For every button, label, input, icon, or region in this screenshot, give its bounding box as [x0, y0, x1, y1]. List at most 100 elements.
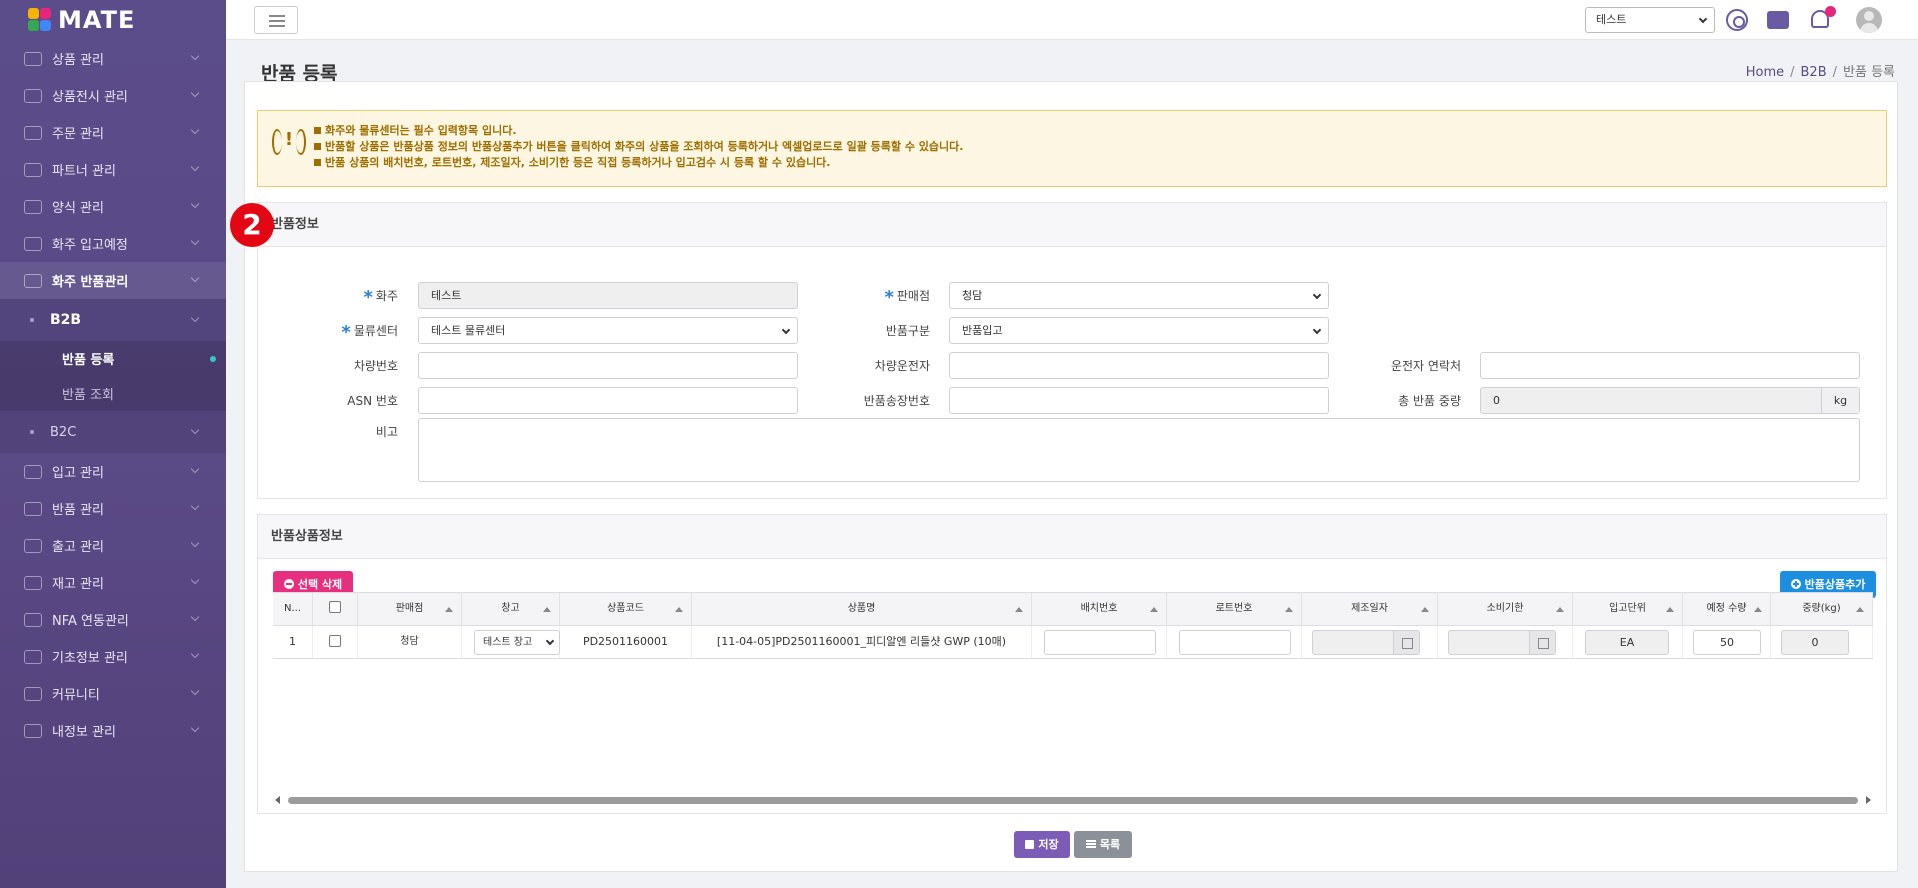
column-header-lot[interactable]: 로트번호: [1167, 593, 1302, 627]
column-header-exp[interactable]: 소비기한: [1438, 593, 1573, 627]
scroll-left-icon[interactable]: [275, 796, 280, 804]
scroll-right-icon[interactable]: [1866, 796, 1871, 804]
vehicle-input[interactable]: [418, 352, 798, 379]
weight-cell-field: 0: [1781, 630, 1849, 655]
batch-input[interactable]: [1044, 630, 1156, 655]
sort-icon: [543, 607, 551, 612]
required-icon: *: [363, 287, 373, 308]
driver-input[interactable]: [949, 352, 1329, 379]
warehouse-select[interactable]: 테스트 창고: [474, 630, 560, 655]
seller-label: * 판매점: [848, 287, 930, 308]
mfg-date-input[interactable]: [1312, 630, 1394, 655]
row-checkbox[interactable]: [329, 635, 341, 647]
hamburger-icon-bar: [269, 20, 285, 22]
list-button[interactable]: 목록: [1074, 831, 1132, 858]
chevron-down-icon: [190, 538, 200, 548]
center-select[interactable]: 테스트 물류센터: [418, 317, 798, 344]
submenu-item-b2b[interactable]: B2B: [0, 299, 226, 341]
column-header-weight[interactable]: 중량(kg): [1771, 593, 1873, 627]
select-all-checkbox[interactable]: [329, 601, 341, 613]
sidebar-item-label: 상품 관리: [52, 53, 104, 68]
qty-input[interactable]: 50: [1693, 630, 1761, 655]
calendar-icon[interactable]: [1530, 630, 1556, 655]
sidebar-item-shipper-returns[interactable]: 화주 반품관리: [0, 262, 226, 299]
column-header-mfg[interactable]: 제조일자: [1302, 593, 1438, 627]
submenu-item-return-register[interactable]: 반품 등록: [0, 341, 226, 376]
driver-phone-input[interactable]: [1480, 352, 1860, 379]
sidebar-item-inventory[interactable]: 재고 관리: [0, 564, 226, 601]
seller-select[interactable]: 청담: [949, 282, 1329, 309]
breadcrumb-b2b[interactable]: B2B: [1801, 65, 1827, 80]
submenu-item-return-search[interactable]: 반품 조회: [0, 376, 226, 411]
store-icon: [24, 88, 42, 103]
document-icon: [24, 199, 42, 214]
sidebar-item-outbound[interactable]: 출고 관리: [0, 527, 226, 564]
column-header-batch[interactable]: 배치번호: [1032, 593, 1167, 627]
sidebar: MATE 상품 관리 상품전시 관리 주문 관리 파트너 관리 양식 관리 화주…: [0, 0, 226, 888]
bullet-icon: [30, 430, 34, 434]
column-header-unit[interactable]: 입고단위: [1573, 593, 1683, 627]
column-header-seller[interactable]: 판매점: [358, 593, 462, 627]
column-header-name[interactable]: 상품명: [692, 593, 1032, 627]
chevron-down-icon: [190, 686, 200, 696]
exp-date-input[interactable]: [1448, 630, 1530, 655]
cards-icon[interactable]: [1767, 11, 1789, 29]
column-header-no[interactable]: N...: [273, 593, 313, 627]
breadcrumb-home[interactable]: Home: [1746, 65, 1784, 80]
memo-textarea[interactable]: [418, 418, 1860, 482]
save-button[interactable]: 저장: [1014, 831, 1070, 858]
logo-icon: [28, 8, 52, 32]
memo-label: 비고: [375, 425, 398, 439]
products-section: 반품상품정보 선택 삭제 반품상품추가 N... 판매점 창고 상품코드 상품명…: [257, 514, 1887, 814]
gear-icon[interactable]: [1726, 9, 1748, 31]
sidebar-item-inbound[interactable]: 입고 관리: [0, 453, 226, 490]
type-select[interactable]: 반품입고: [949, 317, 1329, 344]
shipper-select[interactable]: 테스트: [1585, 7, 1715, 33]
invoice-label: 반품송장번호: [863, 394, 930, 408]
avatar[interactable]: [1856, 7, 1882, 33]
section-title: 반품상품정보: [258, 515, 1886, 559]
weight-field: 0 kg: [1480, 387, 1860, 414]
calendar-icon[interactable]: [1394, 630, 1420, 655]
sidebar-item-partners[interactable]: 파트너 관리: [0, 151, 226, 188]
sort-icon: [675, 607, 683, 612]
list-icon: [1085, 840, 1096, 848]
cell-weight: 0: [1771, 626, 1873, 658]
invoice-input[interactable]: [949, 387, 1329, 414]
sidebar-item-community[interactable]: 커뮤니티: [0, 675, 226, 712]
app-name: MATE: [58, 6, 136, 34]
minus-circle-icon: [283, 579, 294, 589]
return-info-section: 2 반품정보 * 화주 테스트 * 판매점 청담 * 물류센터 테스트 물류센터 반품…: [230, 202, 1887, 499]
sidebar-item-returns[interactable]: 반품 관리: [0, 490, 226, 527]
sidebar-item-shipper-inbound[interactable]: 화주 입고예정: [0, 225, 226, 262]
sidebar-item-basic-info[interactable]: 기초정보 관리: [0, 638, 226, 675]
sidebar-item-my-info[interactable]: 내정보 관리: [0, 712, 226, 749]
grid-header: N... 판매점 창고 상품코드 상품명 배치번호 로트번호 제조일자 소비기한…: [273, 592, 1873, 627]
asn-input[interactable]: [418, 387, 798, 414]
sort-icon: [1285, 607, 1293, 612]
required-icon: *: [884, 287, 894, 308]
submenu-item-b2c[interactable]: B2C: [0, 411, 226, 453]
menu-toggle-button[interactable]: [254, 6, 298, 34]
chevron-down-icon: [1312, 325, 1322, 335]
app-logo[interactable]: MATE: [0, 0, 226, 40]
sidebar-item-nfa[interactable]: NFA 연동관리: [0, 601, 226, 638]
cell-warehouse: 테스트 창고: [462, 626, 560, 658]
sidebar-item-forms[interactable]: 양식 관리: [0, 188, 226, 225]
lot-input[interactable]: [1179, 630, 1291, 655]
info-icon: [24, 723, 42, 738]
bell-icon[interactable]: [1811, 6, 1836, 28]
chevron-down-icon: [1698, 14, 1708, 24]
sort-icon: [1666, 607, 1674, 612]
package-icon: [24, 51, 42, 66]
sidebar-item-orders[interactable]: 주문 관리: [0, 114, 226, 151]
horizontal-scrollbar[interactable]: [273, 794, 1873, 806]
column-header-code[interactable]: 상품코드: [560, 593, 692, 627]
column-header-warehouse[interactable]: 창고: [462, 593, 560, 627]
column-header-qty[interactable]: 예정 수량: [1683, 593, 1771, 627]
sidebar-item-display[interactable]: 상품전시 관리: [0, 77, 226, 114]
chevron-down-icon: [190, 425, 200, 435]
column-header-select-all: [313, 593, 358, 627]
scrollbar-thumb[interactable]: [288, 797, 1858, 804]
sidebar-item-products[interactable]: 상품 관리: [0, 40, 226, 77]
